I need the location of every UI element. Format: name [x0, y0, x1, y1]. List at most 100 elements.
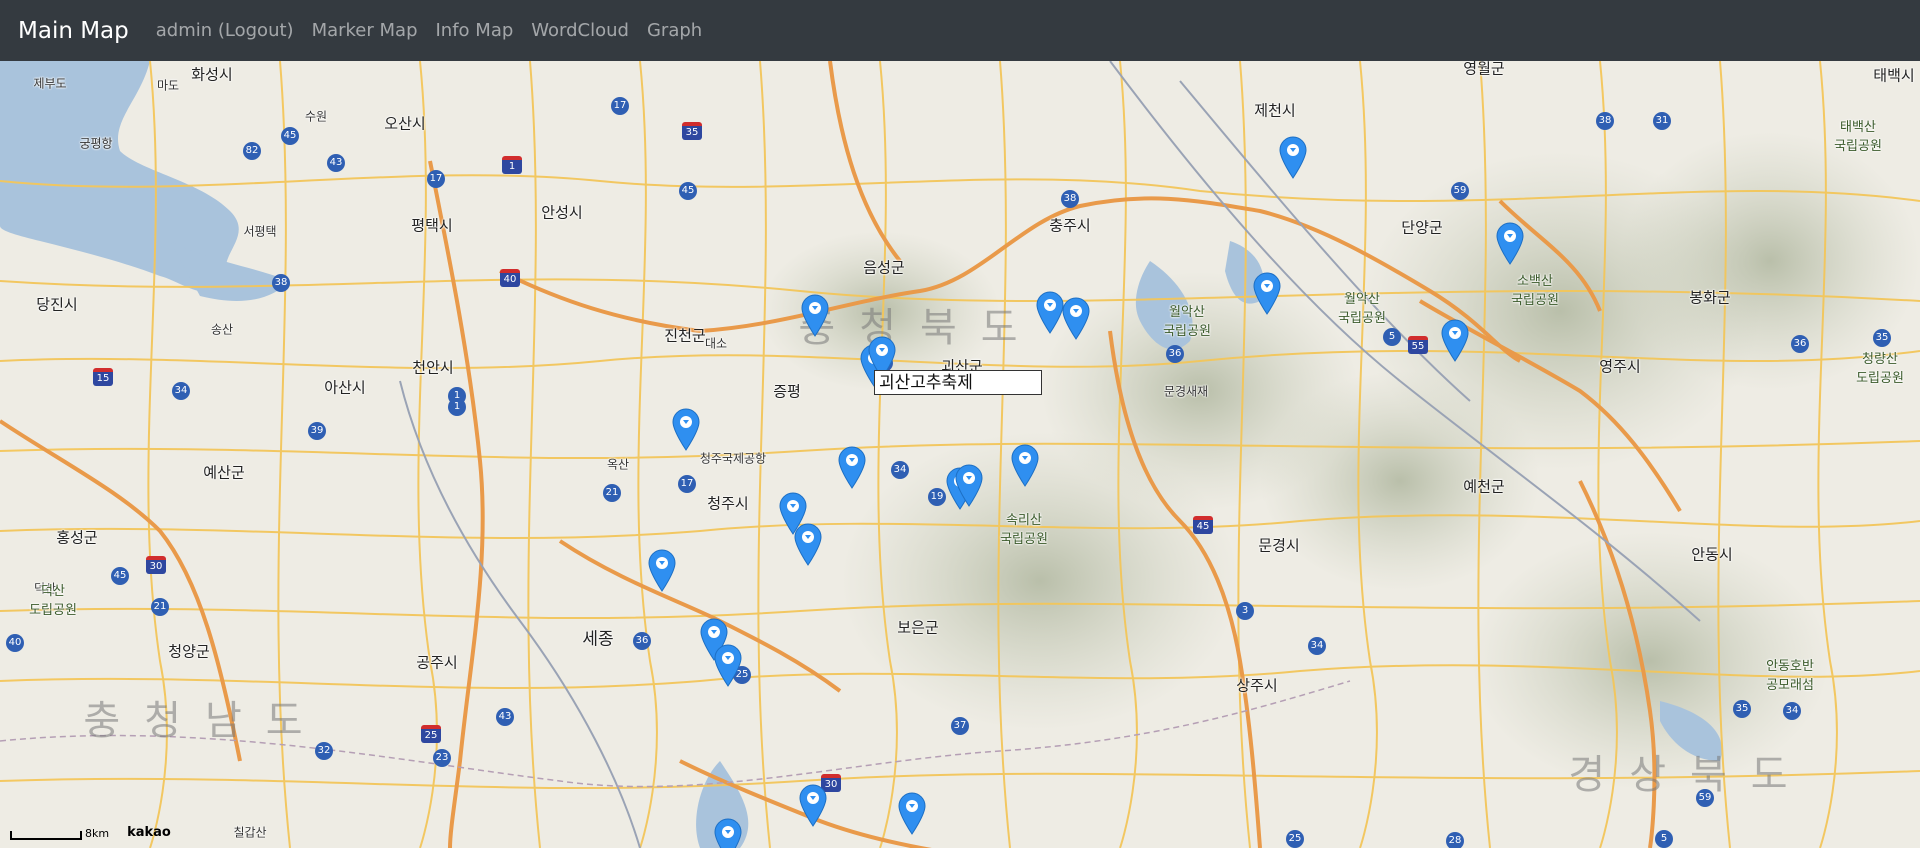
map-marker-icon[interactable] [897, 791, 927, 835]
place-label: 진천군 [664, 326, 706, 345]
brand-link[interactable]: Main Map [18, 18, 129, 44]
place-label: 궁평항 [79, 136, 113, 151]
place-label: 단양군 [1401, 218, 1443, 237]
map-marker-icon[interactable] [1010, 443, 1040, 487]
route-shield: 36 [1166, 345, 1184, 363]
route-shield: 17 [678, 475, 696, 493]
place-label: 예산군 [203, 463, 245, 482]
place-label: 천안시 [412, 358, 454, 377]
park-label: 덕산 도립공원 [29, 584, 77, 618]
route-shield: 37 [951, 717, 969, 735]
place-label: 화성시 [191, 65, 233, 84]
map-marker-icon[interactable] [793, 522, 823, 566]
place-label: 수원 [304, 109, 328, 124]
route-shield: 15 [93, 368, 113, 386]
nav-logout-link[interactable]: admin (Logout) [156, 20, 294, 41]
map-marker-icon[interactable] [800, 293, 830, 337]
region-label: 경상북도 [1568, 752, 1812, 798]
place-label: 칠갑산 [233, 825, 267, 840]
park-label: 태백산 국립공원 [1834, 120, 1882, 154]
map-marker-icon[interactable] [1495, 221, 1525, 265]
route-shield: 38 [1596, 112, 1614, 130]
map-marker-icon[interactable] [1061, 296, 1091, 340]
place-label: 아산시 [324, 378, 366, 397]
place-label: 상주시 [1236, 676, 1278, 695]
map-scale: 8km kakao [10, 825, 171, 840]
route-shield: 5 [1383, 328, 1401, 346]
route-shield: 34 [1308, 637, 1326, 655]
region-label: 충청북도 [798, 305, 1042, 351]
place-label: 제천시 [1254, 101, 1296, 120]
route-shield: 45 [679, 182, 697, 200]
map-marker-icon[interactable] [954, 463, 984, 507]
route-shield: 34 [891, 461, 909, 479]
map-marker-icon[interactable] [798, 783, 828, 827]
map-marker-icon[interactable] [837, 445, 867, 489]
route-shield: 38 [272, 274, 290, 292]
route-shield: 43 [496, 708, 514, 726]
park-label: 속리산 국립공원 [1000, 513, 1048, 547]
route-shield: 1 [502, 156, 522, 174]
place-label: 청주시 [707, 494, 749, 513]
route-shield: 36 [1791, 335, 1809, 353]
route-shield: 34 [172, 382, 190, 400]
map-marker-icon[interactable] [713, 643, 743, 687]
place-label: 청주국제공항 [699, 451, 767, 466]
route-shield: 82 [243, 142, 261, 160]
map-marker-icon[interactable] [1252, 271, 1282, 315]
nav-marker-map-link[interactable]: Marker Map [312, 20, 418, 41]
map-attribution: kakao [127, 825, 171, 840]
navbar: Main Map admin (Logout) Marker Map Info … [0, 0, 1920, 61]
nav-graph-link[interactable]: Graph [647, 20, 702, 41]
route-shield: 17 [427, 170, 445, 188]
place-label: 오산시 [384, 114, 426, 133]
route-shield: 38 [1061, 190, 1079, 208]
scale-bar [10, 831, 82, 840]
route-shield: 34 [1783, 702, 1801, 720]
place-label: 예천군 [1463, 477, 1505, 496]
map-canvas[interactable]: 화성시 오산시 제부도 궁평항 평택시 안성시 당진시 아산시 천안시 예산군 … [0, 61, 1920, 848]
route-shield: 40 [500, 269, 520, 287]
route-shield: 21 [603, 484, 621, 502]
route-shield: 25 [421, 725, 441, 743]
place-label: 봉화군 [1689, 288, 1731, 307]
place-label: 문경새재 [1163, 384, 1209, 399]
region-label: 충청남도 [83, 698, 327, 744]
route-shield: 21 [151, 598, 169, 616]
place-label: 공주시 [416, 653, 458, 672]
route-shield: 5 [1655, 830, 1673, 848]
route-shield: 45 [111, 567, 129, 585]
place-label: 옥산 [606, 457, 630, 472]
marker-tooltip: 괴산고추축제 [874, 370, 1042, 395]
map-marker-icon[interactable] [671, 407, 701, 451]
map-marker-icon[interactable] [647, 548, 677, 592]
map-marker-icon[interactable] [1440, 318, 1470, 362]
route-shield: 17 [611, 97, 629, 115]
place-label: 음성군 [863, 258, 905, 277]
route-shield: 55 [1408, 336, 1428, 354]
route-shield: 19 [928, 488, 946, 506]
map-marker-icon[interactable] [713, 817, 743, 848]
place-label: 대소 [704, 336, 728, 351]
place-label: 당진시 [36, 295, 78, 314]
place-label: 증평 [773, 382, 801, 401]
place-label: 평택시 [411, 216, 453, 235]
place-label: 문경시 [1258, 536, 1300, 555]
route-shield: 39 [308, 422, 326, 440]
scale-label: 8km [85, 827, 110, 840]
map-marker-icon[interactable] [1278, 135, 1308, 179]
place-label: 서평택 [243, 224, 277, 239]
place-label: 안동시 [1691, 545, 1733, 564]
park-label: 월악산 국립공원 [1338, 292, 1386, 326]
route-shield: 3 [1236, 602, 1254, 620]
route-shield: 31 [1653, 112, 1671, 130]
place-label: 안성시 [541, 203, 583, 222]
nav-info-map-link[interactable]: Info Map [436, 20, 514, 41]
place-label: 세종 [582, 629, 614, 650]
place-label: 태백시 [1873, 66, 1915, 85]
nav-wordcloud-link[interactable]: WordCloud [531, 20, 629, 41]
route-shield: 28 [1446, 832, 1464, 848]
place-label: 송산 [210, 322, 234, 337]
place-label: 청양군 [168, 642, 210, 661]
park-label: 소백산 국립공원 [1511, 274, 1559, 308]
